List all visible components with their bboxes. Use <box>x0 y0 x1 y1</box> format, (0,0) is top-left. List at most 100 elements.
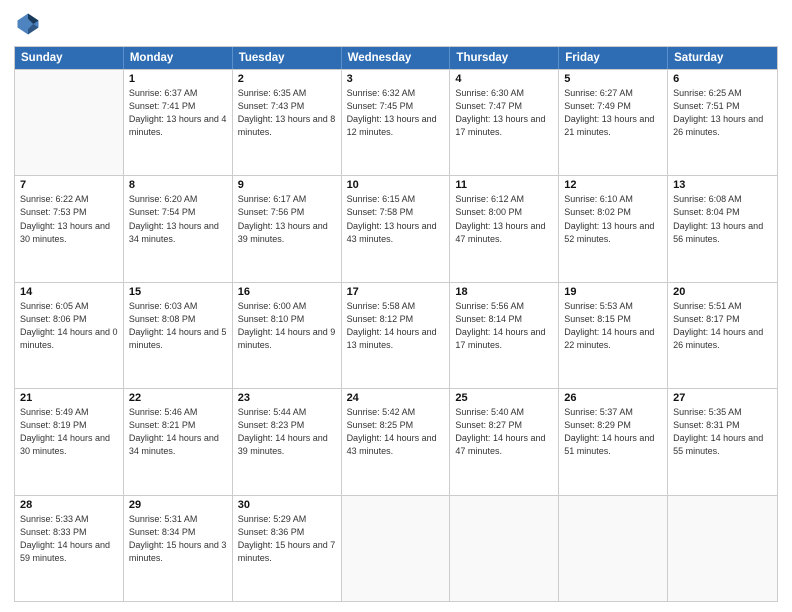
calendar-body: 1 Sunrise: 6:37 AMSunset: 7:41 PMDaylight… <box>15 69 777 601</box>
calendar-cell <box>668 496 777 601</box>
calendar-cell: 15 Sunrise: 6:03 AMSunset: 8:08 PMDayligh… <box>124 283 233 388</box>
day-number: 22 <box>129 392 227 404</box>
calendar-cell <box>342 496 451 601</box>
day-detail: Sunrise: 6:32 AMSunset: 7:45 PMDaylight:… <box>347 87 445 139</box>
day-detail: Sunrise: 5:29 AMSunset: 8:36 PMDaylight:… <box>238 513 336 565</box>
calendar-cell: 2 Sunrise: 6:35 AMSunset: 7:43 PMDaylight… <box>233 70 342 175</box>
day-detail: Sunrise: 6:35 AMSunset: 7:43 PMDaylight:… <box>238 87 336 139</box>
calendar-cell: 3 Sunrise: 6:32 AMSunset: 7:45 PMDaylight… <box>342 70 451 175</box>
calendar-cell: 6 Sunrise: 6:25 AMSunset: 7:51 PMDaylight… <box>668 70 777 175</box>
day-detail: Sunrise: 6:20 AMSunset: 7:54 PMDaylight:… <box>129 193 227 245</box>
calendar-cell: 10 Sunrise: 6:15 AMSunset: 7:58 PMDayligh… <box>342 176 451 281</box>
calendar-header: SundayMondayTuesdayWednesdayThursdayFrid… <box>15 47 777 69</box>
day-detail: Sunrise: 6:05 AMSunset: 8:06 PMDaylight:… <box>20 300 118 352</box>
weekday-header: Tuesday <box>233 47 342 69</box>
day-number: 1 <box>129 73 227 85</box>
day-detail: Sunrise: 5:56 AMSunset: 8:14 PMDaylight:… <box>455 300 553 352</box>
day-detail: Sunrise: 6:00 AMSunset: 8:10 PMDaylight:… <box>238 300 336 352</box>
calendar-cell <box>559 496 668 601</box>
calendar-cell: 21Sunrise: 5:49 AMSunset: 8:19 PMDayligh… <box>15 389 124 494</box>
calendar-cell: 5 Sunrise: 6:27 AMSunset: 7:49 PMDaylight… <box>559 70 668 175</box>
day-number: 14 <box>20 286 118 298</box>
day-number: 2 <box>238 73 336 85</box>
calendar-cell: 1 Sunrise: 6:37 AMSunset: 7:41 PMDaylight… <box>124 70 233 175</box>
day-number: 29 <box>129 499 227 511</box>
calendar-cell: 25 Sunrise: 5:40 AMSunset: 8:27 PMDayligh… <box>450 389 559 494</box>
day-detail: Sunrise: 5:49 AMSunset: 8:19 PMDaylight:… <box>20 406 118 458</box>
day-number: 11 <box>455 179 553 191</box>
day-number: 7 <box>20 179 118 191</box>
day-number: 18 <box>455 286 553 298</box>
day-number: 9 <box>238 179 336 191</box>
day-detail: Sunrise: 5:35 AMSunset: 8:31 PMDaylight:… <box>673 406 772 458</box>
header <box>14 10 778 38</box>
day-detail: Sunrise: 6:17 AMSunset: 7:56 PMDaylight:… <box>238 193 336 245</box>
day-detail: Sunrise: 5:40 AMSunset: 8:27 PMDaylight:… <box>455 406 553 458</box>
calendar-cell: 18 Sunrise: 5:56 AMSunset: 8:14 PMDayligh… <box>450 283 559 388</box>
calendar-cell: 4 Sunrise: 6:30 AMSunset: 7:47 PMDaylight… <box>450 70 559 175</box>
day-number: 12 <box>564 179 662 191</box>
calendar-cell: 28 Sunrise: 5:33 AMSunset: 8:33 PMDayligh… <box>15 496 124 601</box>
day-number: 10 <box>347 179 445 191</box>
day-detail: Sunrise: 5:46 AMSunset: 8:21 PMDaylight:… <box>129 406 227 458</box>
day-detail: Sunrise: 6:27 AMSunset: 7:49 PMDaylight:… <box>564 87 662 139</box>
weekday-header: Sunday <box>15 47 124 69</box>
day-detail: Sunrise: 5:44 AMSunset: 8:23 PMDaylight:… <box>238 406 336 458</box>
weekday-header: Thursday <box>450 47 559 69</box>
calendar-cell: 7 Sunrise: 6:22 AMSunset: 7:53 PMDaylight… <box>15 176 124 281</box>
calendar-cell: 20 Sunrise: 5:51 AMSunset: 8:17 PMDayligh… <box>668 283 777 388</box>
day-number: 3 <box>347 73 445 85</box>
weekday-header: Friday <box>559 47 668 69</box>
calendar-cell: 12 Sunrise: 6:10 AMSunset: 8:02 PMDayligh… <box>559 176 668 281</box>
calendar-cell: 23 Sunrise: 5:44 AMSunset: 8:23 PMDayligh… <box>233 389 342 494</box>
day-detail: Sunrise: 5:51 AMSunset: 8:17 PMDaylight:… <box>673 300 772 352</box>
day-number: 13 <box>673 179 772 191</box>
calendar-cell <box>450 496 559 601</box>
logo <box>14 10 46 38</box>
day-detail: Sunrise: 6:15 AMSunset: 7:58 PMDaylight:… <box>347 193 445 245</box>
calendar-row: 7 Sunrise: 6:22 AMSunset: 7:53 PMDaylight… <box>15 175 777 281</box>
day-detail: Sunrise: 6:12 AMSunset: 8:00 PMDaylight:… <box>455 193 553 245</box>
calendar-row: 21Sunrise: 5:49 AMSunset: 8:19 PMDayligh… <box>15 388 777 494</box>
day-number: 30 <box>238 499 336 511</box>
weekday-header: Monday <box>124 47 233 69</box>
weekday-header: Wednesday <box>342 47 451 69</box>
day-detail: Sunrise: 6:22 AMSunset: 7:53 PMDaylight:… <box>20 193 118 245</box>
calendar-row: 14 Sunrise: 6:05 AMSunset: 8:06 PMDayligh… <box>15 282 777 388</box>
day-detail: Sunrise: 5:33 AMSunset: 8:33 PMDaylight:… <box>20 513 118 565</box>
day-number: 4 <box>455 73 553 85</box>
day-detail: Sunrise: 6:37 AMSunset: 7:41 PMDaylight:… <box>129 87 227 139</box>
calendar-cell: 24Sunrise: 5:42 AMSunset: 8:25 PMDayligh… <box>342 389 451 494</box>
day-number: 20 <box>673 286 772 298</box>
day-detail: Sunrise: 5:37 AMSunset: 8:29 PMDaylight:… <box>564 406 662 458</box>
day-number: 26 <box>564 392 662 404</box>
calendar: SundayMondayTuesdayWednesdayThursdayFrid… <box>14 46 778 602</box>
weekday-header: Saturday <box>668 47 777 69</box>
day-number: 17 <box>347 286 445 298</box>
calendar-cell: 9 Sunrise: 6:17 AMSunset: 7:56 PMDaylight… <box>233 176 342 281</box>
calendar-cell: 14 Sunrise: 6:05 AMSunset: 8:06 PMDayligh… <box>15 283 124 388</box>
day-number: 6 <box>673 73 772 85</box>
day-detail: Sunrise: 6:30 AMSunset: 7:47 PMDaylight:… <box>455 87 553 139</box>
calendar-cell: 16 Sunrise: 6:00 AMSunset: 8:10 PMDayligh… <box>233 283 342 388</box>
calendar-row: 28 Sunrise: 5:33 AMSunset: 8:33 PMDayligh… <box>15 495 777 601</box>
calendar-cell: 27 Sunrise: 5:35 AMSunset: 8:31 PMDayligh… <box>668 389 777 494</box>
calendar-cell: 26 Sunrise: 5:37 AMSunset: 8:29 PMDayligh… <box>559 389 668 494</box>
day-number: 16 <box>238 286 336 298</box>
calendar-cell: 29Sunrise: 5:31 AMSunset: 8:34 PMDayligh… <box>124 496 233 601</box>
day-number: 23 <box>238 392 336 404</box>
day-detail: Sunrise: 6:25 AMSunset: 7:51 PMDaylight:… <box>673 87 772 139</box>
day-number: 19 <box>564 286 662 298</box>
day-detail: Sunrise: 6:03 AMSunset: 8:08 PMDaylight:… <box>129 300 227 352</box>
calendar-row: 1 Sunrise: 6:37 AMSunset: 7:41 PMDaylight… <box>15 69 777 175</box>
day-number: 25 <box>455 392 553 404</box>
calendar-cell: 17Sunrise: 5:58 AMSunset: 8:12 PMDayligh… <box>342 283 451 388</box>
calendar-cell: 19Sunrise: 5:53 AMSunset: 8:15 PMDayligh… <box>559 283 668 388</box>
day-detail: Sunrise: 6:10 AMSunset: 8:02 PMDaylight:… <box>564 193 662 245</box>
day-number: 15 <box>129 286 227 298</box>
calendar-cell: 30 Sunrise: 5:29 AMSunset: 8:36 PMDayligh… <box>233 496 342 601</box>
day-number: 5 <box>564 73 662 85</box>
day-number: 27 <box>673 392 772 404</box>
day-number: 24 <box>347 392 445 404</box>
day-number: 28 <box>20 499 118 511</box>
